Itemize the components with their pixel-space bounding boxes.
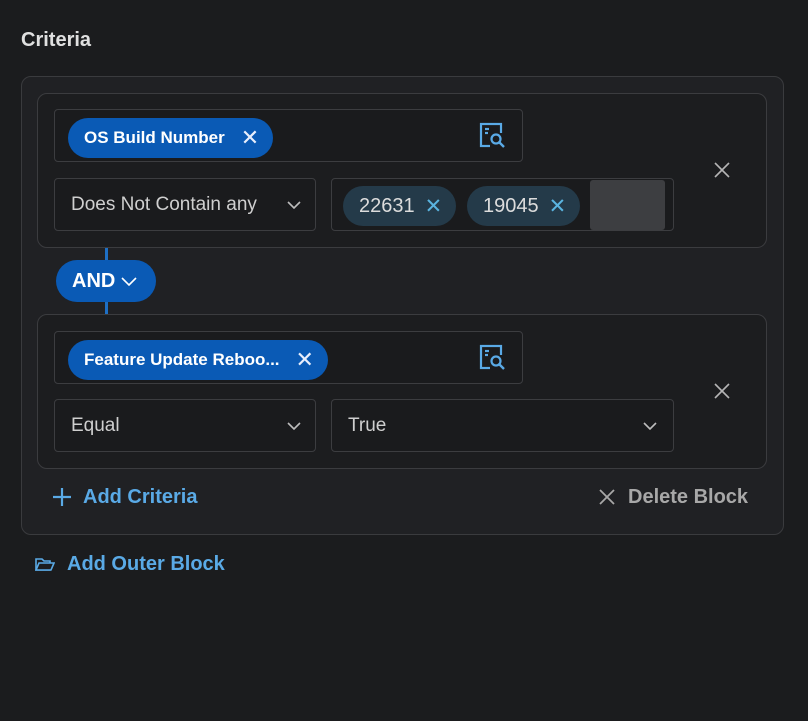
value-chip-label: 19045	[483, 194, 539, 217]
field-chip-os-build-number: OS Build Number ✕	[68, 118, 274, 158]
remove-value-icon[interactable]: ✕	[425, 196, 443, 217]
remove-field-icon[interactable]: ✕	[296, 349, 314, 371]
value-chip: 22631 ✕	[343, 186, 457, 226]
value-chip-label: 22631	[359, 194, 415, 217]
field-chip-feature-update-reboot: Feature Update Reboo... ✕	[68, 340, 328, 380]
value-text-input[interactable]	[590, 180, 665, 230]
add-criteria-label: Add Criteria	[83, 485, 198, 508]
delete-block-button[interactable]: Delete Block	[599, 483, 748, 511]
section-title: Criteria	[21, 29, 92, 51]
field-chip-label: OS Build Number	[84, 128, 225, 147]
operator-label: Does Not Contain any	[71, 193, 257, 215]
connector-line	[105, 248, 108, 260]
remove-criteria-close-icon[interactable]	[712, 381, 732, 401]
connector-line	[105, 302, 108, 314]
value-chip: 19045 ✕	[467, 186, 581, 226]
field-selector-1[interactable]: OS Build Number ✕	[54, 109, 523, 162]
folder-icon	[35, 558, 55, 571]
logic-operator-toggle[interactable]: AND	[56, 260, 156, 302]
close-icon	[599, 489, 615, 505]
remove-criteria-close-icon[interactable]	[712, 160, 732, 180]
search-list-icon[interactable]	[479, 344, 507, 372]
field-chip-label: Feature Update Reboo...	[84, 350, 280, 369]
chevron-down-icon	[121, 276, 137, 286]
operator-select-1[interactable]: Does Not Contain any	[54, 178, 316, 231]
remove-value-icon[interactable]: ✕	[549, 196, 567, 217]
chevron-down-icon	[287, 421, 301, 430]
operator-label: Equal	[71, 414, 120, 436]
values-input-1[interactable]: 22631 ✕ 19045 ✕	[331, 178, 674, 231]
chevron-down-icon	[287, 200, 301, 209]
criteria-panel: Criteria OS Build Number ✕ Does Not Cont…	[0, 0, 808, 721]
plus-icon	[53, 488, 71, 506]
value-select-2[interactable]: True	[331, 399, 674, 452]
field-selector-2[interactable]: Feature Update Reboo... ✕	[54, 331, 523, 384]
add-outer-block-button[interactable]: Add Outer Block	[35, 550, 225, 578]
delete-block-label: Delete Block	[628, 485, 749, 508]
add-criteria-button[interactable]: Add Criteria	[52, 483, 197, 511]
search-list-icon[interactable]	[479, 122, 507, 150]
logic-operator-label: AND	[72, 269, 116, 292]
add-outer-block-label: Add Outer Block	[67, 552, 225, 575]
value-label: True	[348, 414, 387, 436]
chevron-down-icon	[643, 421, 657, 430]
operator-select-2[interactable]: Equal	[54, 399, 316, 452]
remove-field-icon[interactable]: ✕	[241, 127, 259, 149]
